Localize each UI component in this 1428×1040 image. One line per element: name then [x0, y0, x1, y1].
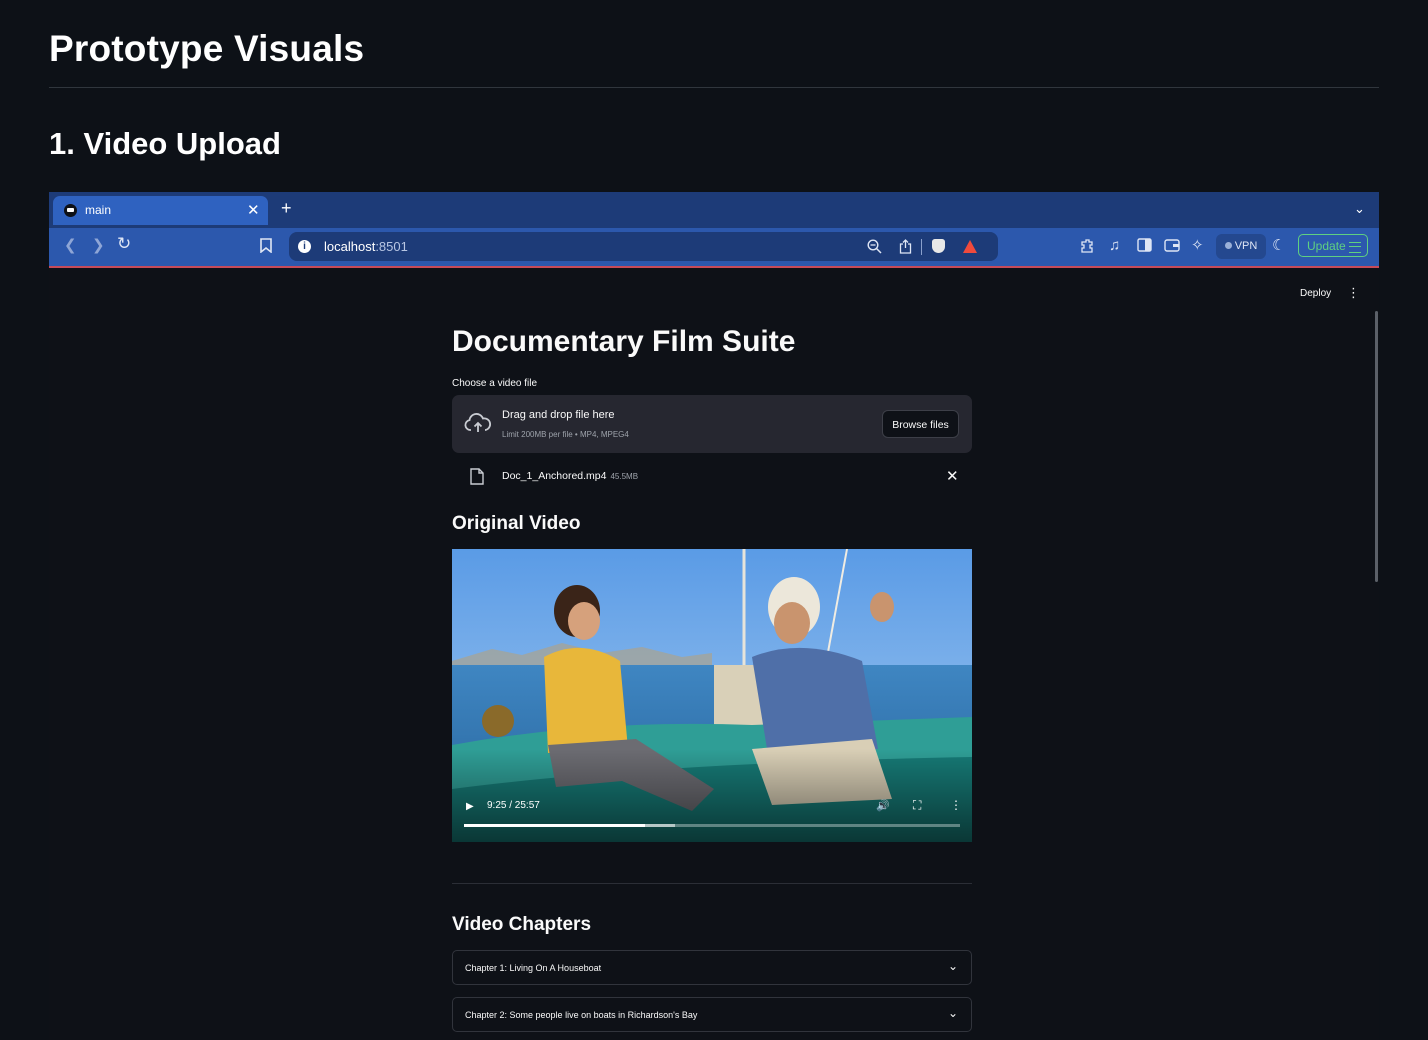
update-button[interactable]: Update: [1298, 234, 1368, 257]
video-time: 9:25 / 25:57: [487, 800, 540, 811]
section-heading: 1. Video Upload: [49, 126, 281, 161]
menu-icon: [1349, 242, 1361, 253]
browser-tab[interactable]: main ✕: [53, 196, 268, 225]
file-name: Doc_1_Anchored.mp4 45.5MB: [502, 470, 639, 482]
chapter-label: Chapter 1: Living On A Houseboat: [465, 963, 602, 973]
more-icon[interactable]: ⋮: [950, 798, 962, 812]
dropzone-instructions: Drag and drop file here: [502, 409, 615, 421]
file-icon: [470, 468, 484, 490]
page-title: Prototype Visuals: [49, 28, 365, 69]
original-video-heading: Original Video: [452, 513, 581, 534]
omnibox-separator: [921, 239, 922, 255]
sidebar-icon[interactable]: [1137, 238, 1152, 256]
music-icon[interactable]: ♫: [1109, 238, 1120, 254]
browser-toolbar: ❮ ❯ ↻ i localhost:8501 ♫ ✧ VPN ☾ Update: [49, 228, 1379, 268]
app-title: Documentary Film Suite: [452, 325, 796, 358]
video-progress-bar[interactable]: [464, 824, 960, 827]
theme-icon[interactable]: ☾: [1272, 238, 1285, 254]
browser-tab-strip: main ✕ + ⌄: [49, 192, 1379, 228]
file-dropzone[interactable]: Drag and drop file here Limit 200MB per …: [452, 395, 972, 453]
tab-search-chevron-icon[interactable]: ⌄: [1354, 201, 1365, 217]
back-icon[interactable]: ❮: [64, 238, 77, 254]
reload-icon[interactable]: ↻: [117, 235, 131, 252]
video-played: [464, 824, 646, 827]
uploaded-file-row: Doc_1_Anchored.mp4 45.5MB ✕: [452, 462, 972, 492]
file-size: 45.5MB: [610, 472, 639, 481]
volume-icon[interactable]: 🔊: [876, 799, 890, 812]
uploader-label: Choose a video file: [452, 378, 538, 389]
url-text[interactable]: localhost:8501: [324, 239, 408, 254]
extensions-icon[interactable]: [1080, 238, 1096, 258]
remove-file-close-icon[interactable]: ✕: [946, 467, 959, 485]
forward-icon[interactable]: ❯: [92, 238, 105, 254]
main-menu-icon[interactable]: ⋮: [1347, 285, 1360, 301]
deploy-button[interactable]: Deploy: [1300, 288, 1331, 299]
tab-title: main: [85, 203, 112, 217]
chapters-heading: Video Chapters: [452, 914, 592, 935]
video-controls: ▶ 9:25 / 25:57 🔊 ⛶ ⋮: [452, 785, 972, 842]
leo-icon[interactable]: ✧: [1191, 238, 1204, 254]
brave-shield-icon[interactable]: [932, 239, 945, 253]
play-icon[interactable]: ▶: [466, 801, 474, 812]
chevron-down-icon: ⌄: [948, 959, 959, 973]
scrollbar[interactable]: [1375, 311, 1378, 582]
section-divider: [452, 883, 972, 884]
chapter-expander-2[interactable]: Chapter 2: Some people live on boats in …: [452, 997, 972, 1032]
fullscreen-icon[interactable]: ⛶: [913, 798, 921, 813]
browse-files-button[interactable]: Browse files: [882, 410, 959, 438]
vpn-button[interactable]: VPN: [1216, 234, 1266, 259]
new-tab-button[interactable]: +: [281, 198, 292, 219]
wallet-icon[interactable]: [1164, 238, 1180, 256]
cloud-upload-icon: [464, 412, 492, 439]
info-icon[interactable]: i: [298, 240, 311, 253]
video-player[interactable]: ▶ 9:25 / 25:57 🔊 ⛶ ⋮: [452, 549, 972, 842]
brave-rewards-icon[interactable]: [963, 240, 977, 253]
title-divider: [49, 87, 1379, 88]
zoom-icon[interactable]: [867, 239, 882, 257]
share-icon[interactable]: [899, 239, 912, 257]
streamlit-favicon-icon: [64, 204, 77, 217]
chapter-label: Chapter 2: Some people live on boats in …: [465, 1010, 698, 1020]
address-bar[interactable]: i localhost:8501: [289, 232, 998, 261]
chevron-down-icon: ⌄: [948, 1006, 959, 1020]
tab-close-icon[interactable]: ✕: [247, 201, 260, 219]
vpn-icon: [1224, 242, 1232, 249]
chapter-expander-1[interactable]: Chapter 1: Living On A Houseboat ⌄: [452, 950, 972, 985]
embedded-browser-screenshot: main ✕ + ⌄ ❮ ❯ ↻ i localhost:8501 ♫ ✧ VP…: [49, 192, 1379, 1040]
dropzone-limit: Limit 200MB per file • MP4, MPEG4: [502, 430, 629, 439]
bookmark-icon[interactable]: [260, 238, 272, 257]
